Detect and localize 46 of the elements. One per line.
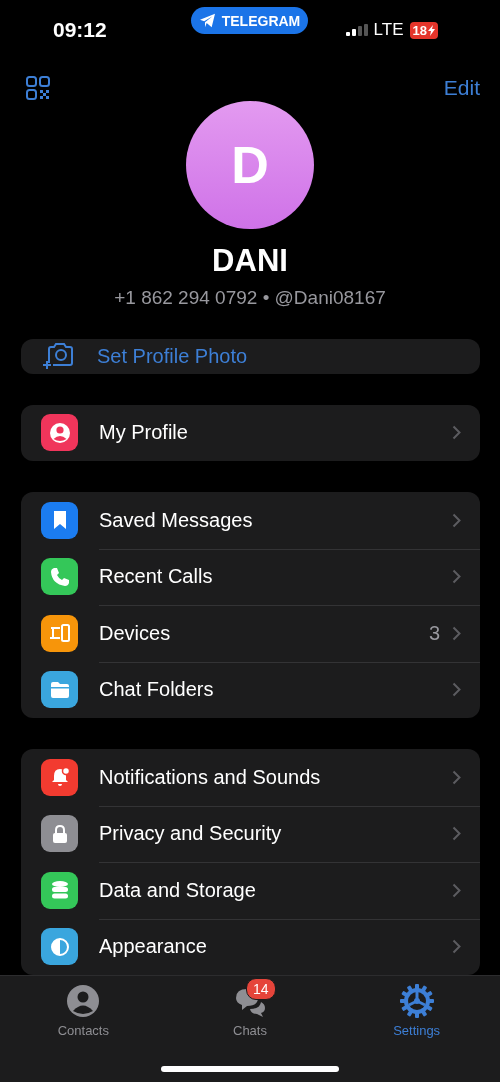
chevron-icon: [452, 625, 461, 641]
settings-row[interactable]: Saved Messages: [21, 492, 480, 549]
chevron-icon: [452, 425, 461, 441]
chevron-icon: [452, 769, 461, 785]
chevron-icon: [452, 682, 461, 698]
row-label: Privacy and Security: [99, 822, 283, 846]
settings-row[interactable]: Notifications and Sounds: [21, 749, 480, 806]
profile-name: DANI: [212, 243, 288, 279]
row-label: Chat Folders: [99, 678, 215, 702]
camera-plus-icon: [41, 341, 75, 372]
edit-button[interactable]: Edit: [443, 76, 480, 100]
battery-indicator: 18: [409, 21, 438, 39]
set-photo-button[interactable]: Set Profile Photo: [21, 339, 480, 374]
row-label: Notifications and Sounds: [99, 765, 322, 789]
network-label: LTE: [373, 20, 404, 40]
app-pill[interactable]: TELEGRAM: [191, 7, 308, 34]
row-value: 3: [428, 621, 440, 645]
settings-row[interactable]: Appearance: [21, 918, 480, 975]
settings-row[interactable]: My Profile: [21, 404, 480, 461]
chevron-icon: [452, 939, 461, 955]
settings-row[interactable]: Privacy and Security: [21, 805, 480, 862]
chevron-icon: [452, 512, 461, 528]
tab[interactable]: Settings: [346, 982, 487, 1082]
row-label: My Profile: [99, 421, 189, 445]
paper-plane-icon: [198, 13, 216, 28]
row-label: Appearance: [99, 935, 208, 959]
signal-icon: [345, 24, 368, 36]
chevron-icon: [452, 826, 461, 842]
row-label: Recent Calls: [99, 565, 214, 589]
settings-row[interactable]: Devices 3: [21, 605, 480, 662]
gear-icon: [398, 983, 435, 1019]
qr-code-icon[interactable]: [25, 75, 51, 101]
row-label: Devices: [99, 621, 172, 645]
row-label: Data and Storage: [99, 878, 257, 902]
status-time: 09:12: [53, 18, 107, 42]
chevron-icon: [452, 882, 461, 898]
app-pill-label: TELEGRAM: [221, 12, 301, 29]
person-icon: [66, 984, 101, 1018]
profile-info: +1 862 294 0792 • @Dani08167: [114, 287, 386, 309]
tab[interactable]: Contacts: [13, 982, 154, 1082]
unread-badge: 14: [246, 978, 276, 1000]
row-label: Saved Messages: [99, 508, 254, 532]
settings-row[interactable]: Recent Calls: [21, 548, 480, 605]
settings-row[interactable]: Data and Storage: [21, 862, 480, 919]
settings-row[interactable]: Chat Folders: [21, 661, 480, 718]
chevron-icon: [452, 569, 461, 585]
